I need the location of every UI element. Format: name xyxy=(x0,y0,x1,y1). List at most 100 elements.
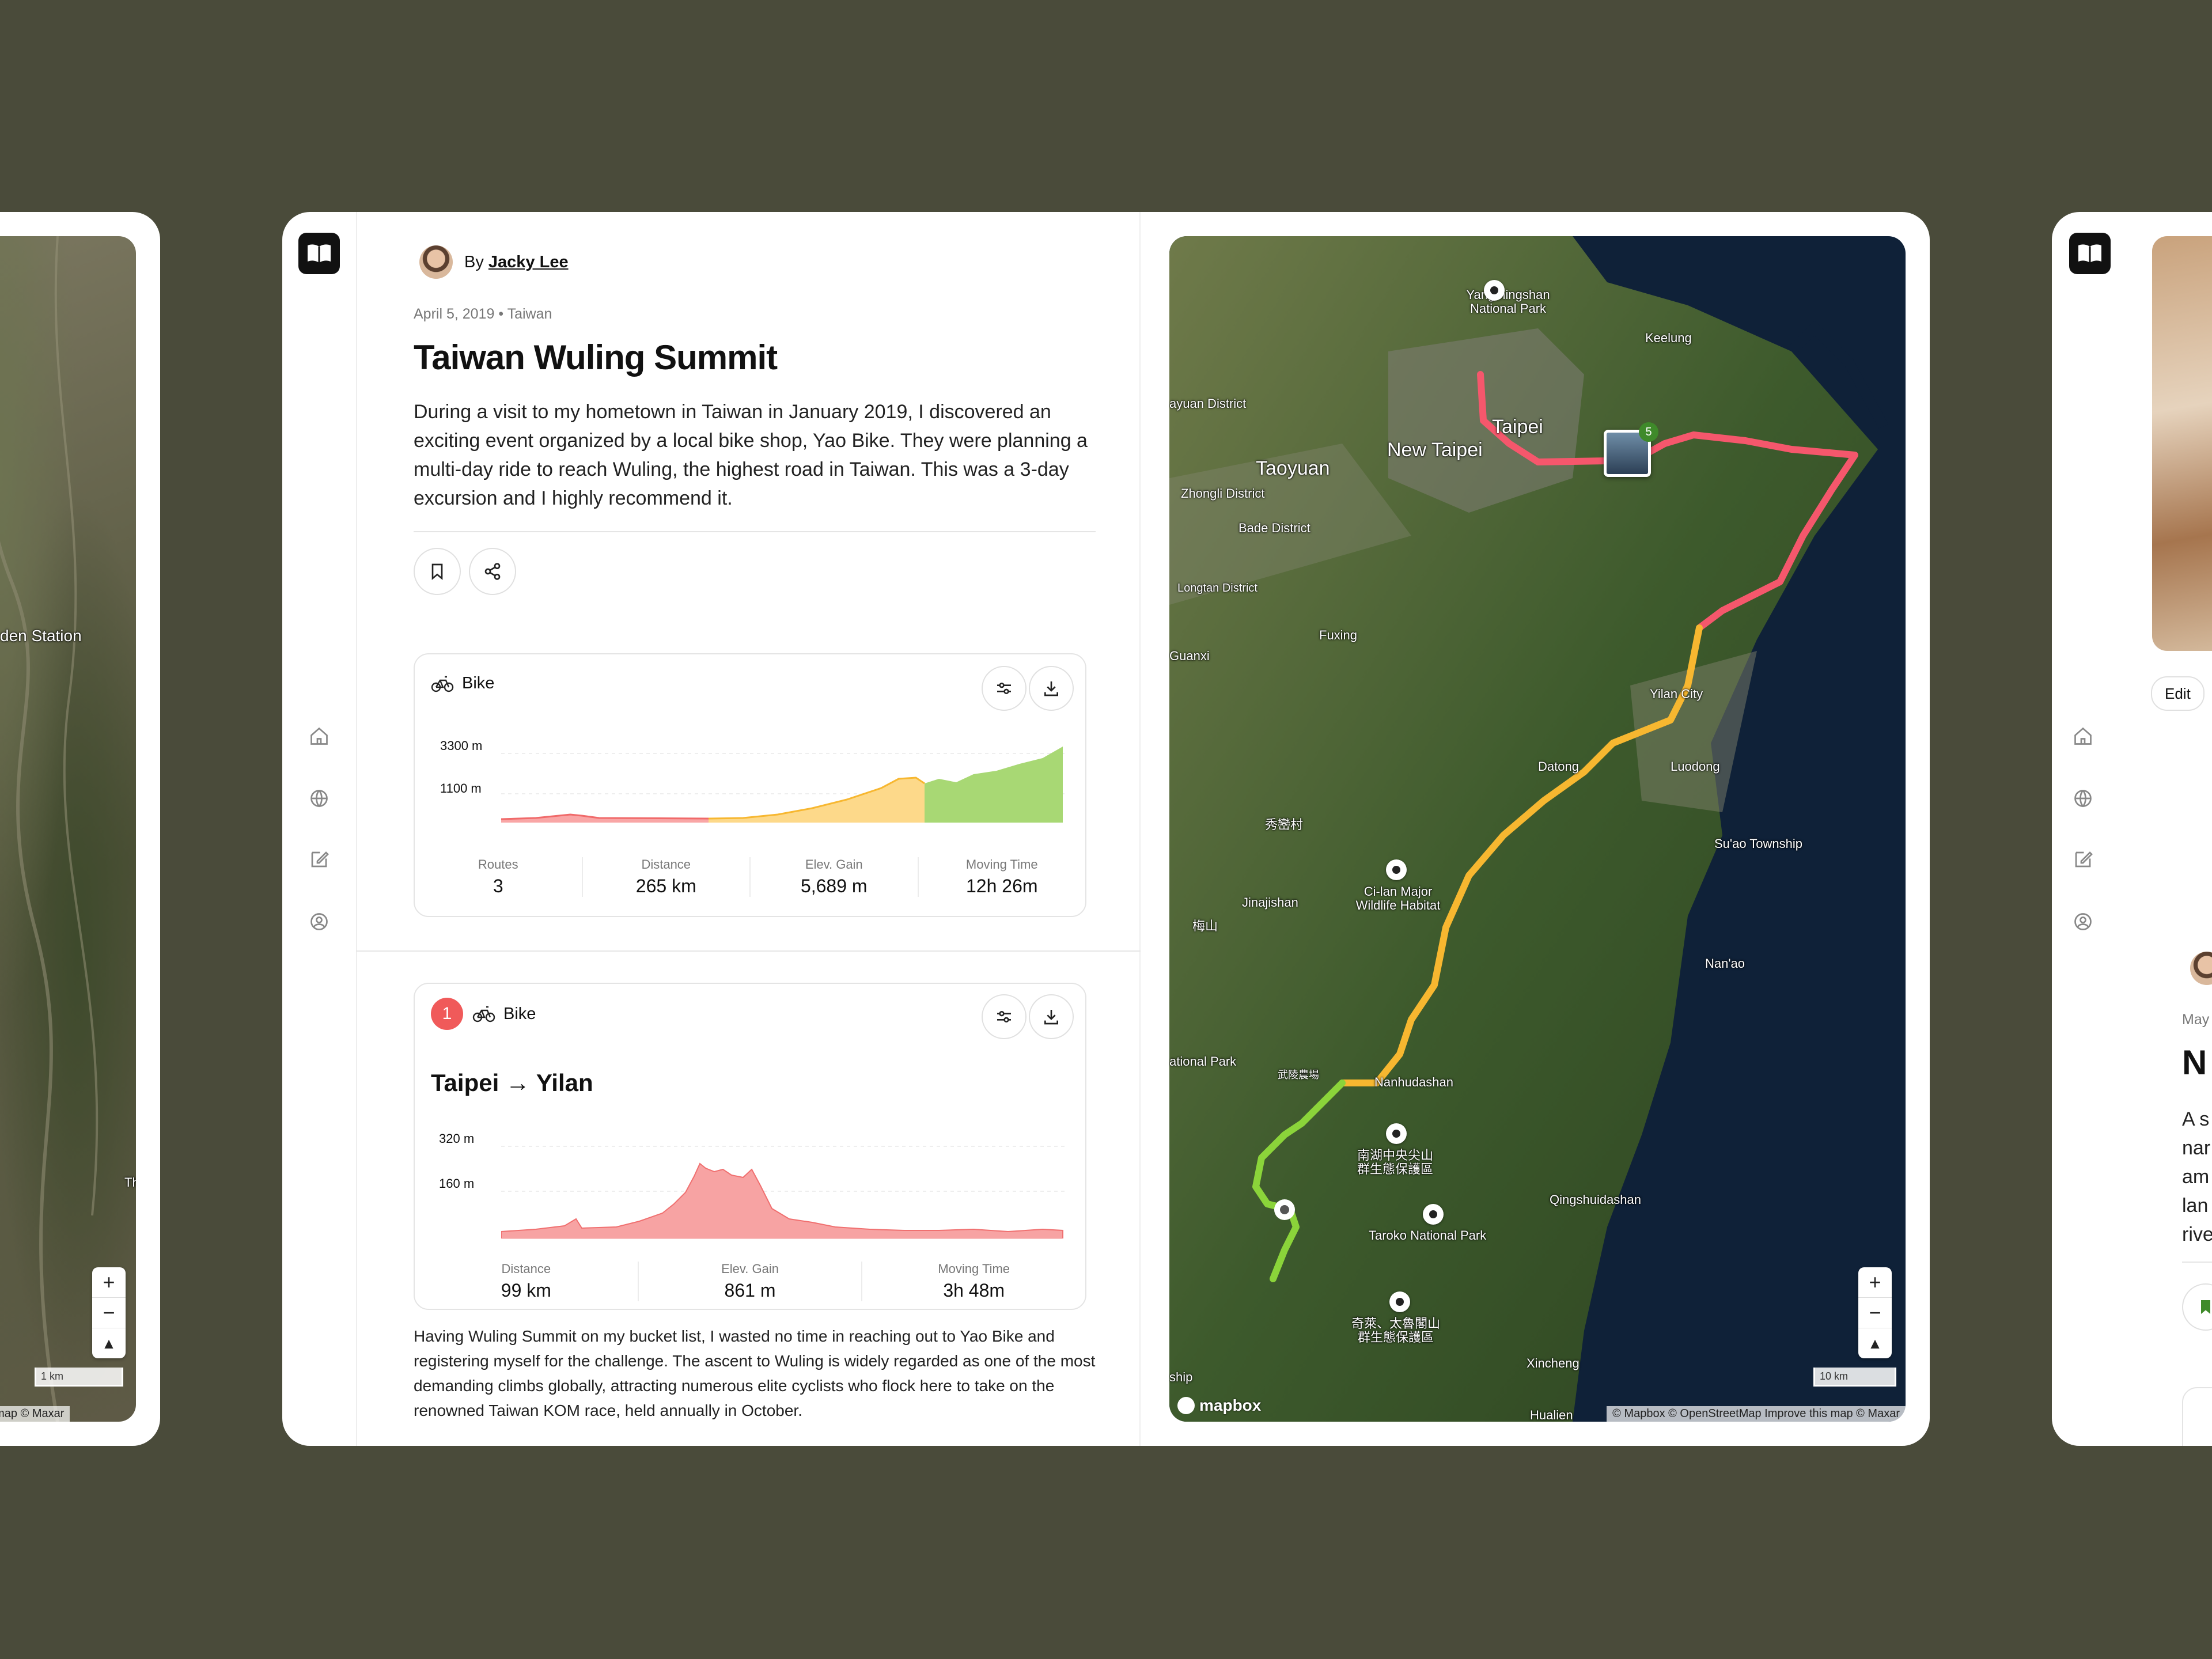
previous-trip-map[interactable]: den Station Th + − ▲ 1 km rove this map … xyxy=(0,236,136,1422)
cover-photo[interactable] xyxy=(2152,236,2212,651)
zoom-in-button[interactable]: + xyxy=(1858,1267,1892,1298)
park-poi-icon[interactable] xyxy=(1423,1204,1444,1225)
meta-separator: • xyxy=(498,306,504,322)
photo-cluster-marker[interactable]: 5 xyxy=(1604,422,1658,477)
y-label-top: 320 m xyxy=(439,1131,475,1146)
home-icon[interactable] xyxy=(305,722,333,750)
map-label: Zhongli District xyxy=(1181,486,1265,501)
globe-icon[interactable] xyxy=(305,785,333,812)
map-label: Bade District xyxy=(1238,521,1310,535)
map-label: Datong xyxy=(1538,759,1579,774)
bookmark-button[interactable] xyxy=(2182,1283,2212,1331)
segment-number-badge: 1 xyxy=(431,998,463,1030)
map-label: Su'ao Township xyxy=(1714,836,1803,851)
map-scale: 1 km xyxy=(35,1368,123,1387)
map-label: 武陵農場 xyxy=(1278,1069,1319,1081)
compass-button[interactable]: ▲ xyxy=(1858,1328,1892,1358)
map-label-station: den Station xyxy=(0,627,82,645)
route-map[interactable]: Yangmingshan National Park Keelung Taipe… xyxy=(1169,236,1906,1422)
profile-icon[interactable] xyxy=(305,908,333,935)
next-trip-card[interactable]: Edit May N A s nar am lan rive xyxy=(2052,212,2212,1446)
bookmark-icon xyxy=(2201,1300,2210,1314)
zoom-out-button[interactable]: − xyxy=(92,1298,126,1328)
map-label: Hualien xyxy=(1530,1408,1573,1422)
intro-line: am xyxy=(2182,1166,2210,1188)
avatar[interactable] xyxy=(419,245,453,279)
share-button[interactable] xyxy=(469,548,516,595)
reserve-poi-icon[interactable] xyxy=(1386,1123,1407,1144)
map-scale: 10 km xyxy=(1813,1368,1896,1387)
segment-elevation-chart[interactable] xyxy=(501,1135,1066,1238)
page-title: N xyxy=(2182,1043,2207,1082)
reserve-poi-icon[interactable] xyxy=(1389,1291,1410,1312)
map-label: ayuan District xyxy=(1169,396,1247,411)
map-zoom-controls: + − ▲ xyxy=(92,1267,126,1358)
app-logo-icon[interactable] xyxy=(2069,233,2111,274)
globe-icon[interactable] xyxy=(2069,785,2097,812)
map-zoom-controls: + − ▲ xyxy=(1858,1267,1892,1358)
edit-icon[interactable] xyxy=(2069,846,2097,873)
stat-moving-time: Moving Time 3h 48m xyxy=(938,1262,1010,1301)
edit-button[interactable]: Edit xyxy=(2151,676,2205,711)
wildlife-poi-icon[interactable] xyxy=(1386,859,1407,880)
compass-button[interactable]: ▲ xyxy=(92,1328,126,1358)
map-label: Taroko National Park xyxy=(1369,1228,1487,1243)
home-icon[interactable] xyxy=(2069,722,2097,750)
stat-elev-gain: Elev. Gain 861 m xyxy=(639,1262,863,1301)
download-button[interactable] xyxy=(1029,994,1074,1039)
intro-line: A s xyxy=(2182,1108,2210,1130)
mapbox-logo[interactable]: mapbox xyxy=(1177,1396,1261,1415)
trip-summary-panel: Bike 3300 m 1100 m Routes 3 Distance 265… xyxy=(414,653,1086,917)
filter-button[interactable] xyxy=(982,994,1027,1039)
zoom-in-button[interactable]: + xyxy=(92,1267,126,1298)
author-prefix: By xyxy=(464,252,484,271)
map-label: Keelung xyxy=(1645,331,1692,345)
map-attribution[interactable]: rove this map © Maxar xyxy=(0,1406,70,1422)
intro-line: lan xyxy=(2182,1195,2209,1217)
photo-count-badge: 5 xyxy=(1639,422,1658,442)
post-date: May xyxy=(2182,1012,2210,1028)
y-label-mid: 1100 m xyxy=(440,781,482,796)
map-label: 秀巒村 xyxy=(1265,817,1304,832)
post-meta: April 5, 2019 • Taiwan xyxy=(414,306,552,323)
post-location[interactable]: Taiwan xyxy=(507,306,552,322)
author-link[interactable]: Jacky Lee xyxy=(488,253,569,271)
map-label: Xincheng xyxy=(1527,1356,1580,1370)
edit-icon[interactable] xyxy=(305,846,333,873)
download-icon xyxy=(1044,1010,1058,1025)
map-label: ational Park xyxy=(1169,1054,1237,1069)
map-label: Fuxing xyxy=(1319,628,1358,642)
sliders-icon xyxy=(997,1011,1011,1022)
map-label: Nan'ao xyxy=(1705,956,1745,971)
activity-label: Bike xyxy=(503,1004,536,1023)
bookmark-icon xyxy=(431,563,443,580)
previous-trip-card[interactable]: den Station Th + − ▲ 1 km rove this map … xyxy=(0,212,160,1446)
bookmark-button[interactable] xyxy=(414,548,461,595)
profile-segment-3 xyxy=(925,747,1063,823)
bike-icon xyxy=(472,1006,495,1022)
segment-title: Taipei → Yilan xyxy=(431,1069,593,1096)
summary-panel-peek xyxy=(2182,1387,2212,1446)
section-divider xyxy=(356,950,1141,952)
map-label: New Taipei xyxy=(1387,439,1483,461)
segment-header: 1 Bike xyxy=(431,998,536,1030)
map-label: Yilan City xyxy=(1650,687,1703,701)
elevation-profile-chart[interactable] xyxy=(501,742,1066,823)
segment-panel: 1 Bike Taipei → Yilan 320 m 160 m Distan… xyxy=(414,983,1086,1310)
map-label: Taipei xyxy=(1492,416,1543,438)
sliders-icon xyxy=(997,683,1011,694)
zoom-out-button[interactable]: − xyxy=(1858,1298,1892,1328)
avatar[interactable] xyxy=(2190,952,2212,985)
divider xyxy=(2182,1262,2212,1263)
map-label: Taoyuan xyxy=(1256,457,1330,479)
map-attribution[interactable]: © Mapbox © OpenStreetMap Improve this ma… xyxy=(1607,1406,1906,1422)
profile-icon[interactable] xyxy=(2069,908,2097,935)
app-logo-icon[interactable] xyxy=(298,233,340,274)
terrain-texture xyxy=(0,236,99,1422)
nav-rail xyxy=(282,212,357,1446)
park-poi-icon[interactable] xyxy=(1484,280,1505,301)
download-button[interactable] xyxy=(1029,666,1074,711)
map-label: Longtan District xyxy=(1177,582,1257,594)
trip-detail-card: By Jacky Lee April 5, 2019 • Taiwan Taiw… xyxy=(282,212,1930,1446)
filter-button[interactable] xyxy=(982,666,1027,711)
